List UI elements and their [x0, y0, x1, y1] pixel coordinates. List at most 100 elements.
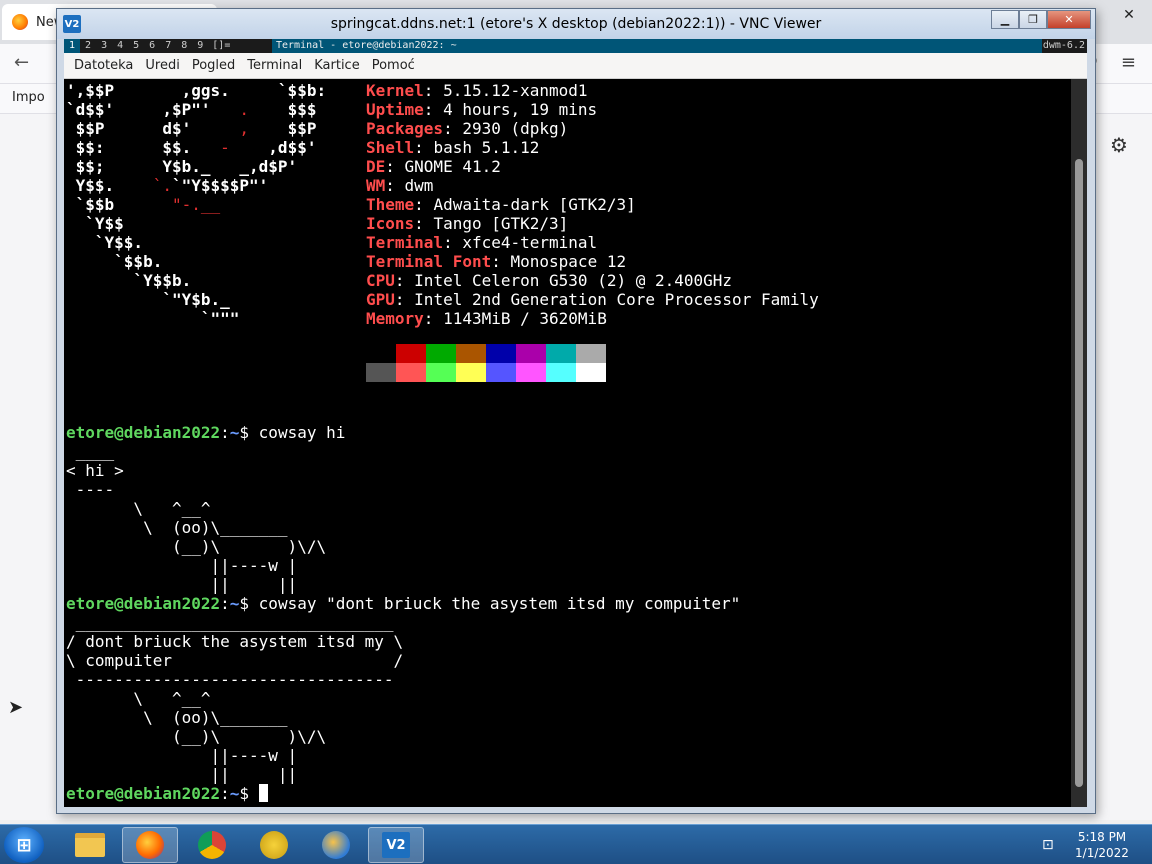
info-sep: : — [443, 119, 463, 138]
info-sep: : — [443, 233, 463, 252]
scrollbar-thumb[interactable] — [1075, 159, 1083, 787]
dwm-tag-6[interactable]: 6 — [144, 39, 160, 53]
dwm-tag-2[interactable]: 2 — [80, 39, 96, 53]
gear-icon[interactable]: ⚙ — [1110, 133, 1128, 157]
vnc-titlebar[interactable]: V2 springcat.ddns.net:1 (etore's X deskt… — [57, 9, 1095, 39]
info-key: Uptime — [366, 100, 424, 119]
prompt-sep: : — [220, 594, 230, 613]
menu-item-terminal[interactable]: Terminal — [241, 58, 308, 73]
cowsay-line: _________________________________ — [66, 613, 394, 632]
cowsay-line: ____ — [66, 442, 115, 461]
dwm-tag-9[interactable]: 9 — [192, 39, 208, 53]
cowsay-line: || || — [66, 765, 298, 784]
info-value: 1143MiB / 3620MiB — [443, 309, 607, 328]
terminal-line: --------------------------------- — [66, 670, 394, 689]
palette-swatch — [366, 344, 396, 363]
palette-swatch — [396, 344, 426, 363]
terminal-line: Kernel: 5.15.12-xanmod1 — [366, 81, 588, 100]
terminal-line: Theme: Adwaita-dark [GTK2/3] — [366, 195, 636, 214]
logo-art: `"Y$b._ — [66, 290, 230, 309]
terminal-line: etore@debian2022:~$ cowsay "dont briuck … — [66, 594, 740, 613]
terminal-line: \ (oo)\_______ — [66, 708, 288, 727]
taskbar-explorer[interactable] — [62, 827, 118, 863]
cowsay-line: (__)\ )\/\ — [66, 537, 327, 556]
terminal-scrollbar[interactable] — [1071, 79, 1087, 807]
restore-button[interactable]: ❐ — [1019, 10, 1047, 29]
remote-desktop[interactable]: 1 2 3 4 5 6 7 8 9 []= Terminal - etore@debian2022… — [64, 39, 1087, 807]
menu-item-uredi[interactable]: Uredi — [139, 58, 185, 73]
info-value: xfce4-terminal — [462, 233, 598, 252]
terminal-line: `$$b. — [66, 252, 162, 271]
taskbar-vnc[interactable]: V2 — [368, 827, 424, 863]
hamburger-menu-icon[interactable]: ≡ — [1121, 52, 1136, 73]
palette-swatch — [546, 363, 576, 382]
terminal-output[interactable]: ',$$P ,ggs. `$$b: `d$$' ,$P"' . $$$ $$P d… — [66, 81, 1069, 807]
menu-item-datoteka[interactable]: Datoteka — [68, 58, 139, 73]
palette-swatch — [366, 363, 396, 382]
dwm-tag-1[interactable]: 1 — [64, 39, 81, 53]
system-clock[interactable]: 5:18 PM 1/1/2022 — [1066, 829, 1138, 861]
terminal-line: (__)\ )\/\ — [66, 727, 326, 746]
menu-item-pogled[interactable]: Pogled — [186, 58, 241, 73]
terminal-line: Terminal Font: Monospace 12 — [366, 252, 626, 271]
taskbar-app-media[interactable] — [308, 827, 364, 863]
prompt-path: ~ — [229, 423, 240, 442]
logo-art: ,d$$' — [229, 138, 317, 157]
palette-swatch — [546, 344, 576, 363]
vnc-icon: V2 — [382, 832, 410, 858]
terminal-line: `""" — [66, 309, 240, 328]
dwm-window-title: Terminal - etore@debian2022: ~ — [272, 39, 1042, 53]
taskbar: ⊞ V2 ⊡ 5:18 PM 1/1/2022 — [0, 824, 1152, 864]
terminal-line: _________________________________ — [66, 613, 394, 632]
dwm-bar: 1 2 3 4 5 6 7 8 9 []= Terminal - etore@debian2022… — [64, 39, 1087, 53]
prompt-end: $ — [239, 784, 259, 803]
info-value: 5.15.12-xanmod1 — [443, 81, 588, 100]
cowsay-line: \ (oo)\_______ — [66, 518, 288, 537]
minimize-button[interactable]: ▁ — [991, 10, 1019, 29]
info-key: DE — [366, 157, 386, 176]
info-value: Tango [GTK2/3] — [433, 214, 569, 233]
terminal-line: Packages: 2930 (dpkg) — [366, 119, 568, 138]
logo-art-accent: - — [220, 138, 230, 157]
command-text: cowsay hi — [258, 423, 346, 442]
dwm-tag-8[interactable]: 8 — [176, 39, 192, 53]
terminal-line: $$: $$. - ,d$$' — [66, 138, 317, 157]
menu-item-kartice[interactable]: Kartice — [308, 58, 365, 73]
dwm-tag-4[interactable]: 4 — [112, 39, 128, 53]
terminal-cursor[interactable] — [258, 784, 268, 802]
dwm-tag-7[interactable]: 7 — [160, 39, 176, 53]
cowsay-line: (__)\ )\/\ — [66, 727, 327, 746]
dwm-tag-3[interactable]: 3 — [96, 39, 112, 53]
terminal-line: WM: dwm — [366, 176, 433, 195]
info-key: GPU — [366, 290, 395, 309]
logo-art: $$; Y$b._ _,d$P' — [66, 157, 298, 176]
dwm-layout-symbol[interactable]: []= — [208, 39, 234, 53]
menu-item-pomoć[interactable]: Pomoć — [366, 58, 421, 73]
prompt-sep: : — [220, 423, 230, 442]
close-button[interactable]: ✕ — [1047, 10, 1091, 29]
palette-swatch — [426, 344, 456, 363]
back-arrow-icon[interactable]: ← — [14, 52, 29, 73]
taskbar-chrome[interactable] — [184, 827, 240, 863]
logo-art: `Y$$. — [66, 233, 144, 252]
network-icon[interactable]: ⊡ — [1042, 837, 1054, 853]
terminal-line: / dont briuck the asystem itsd my \ — [66, 632, 403, 651]
start-button[interactable]: ⊞ — [4, 827, 44, 863]
palette-swatch — [576, 363, 606, 382]
taskbar-firefox[interactable] — [122, 827, 178, 863]
palette-swatch — [516, 363, 546, 382]
taskbar-app-emoji[interactable] — [246, 827, 302, 863]
bookmark-import[interactable]: Impo — [12, 90, 45, 105]
terminal-line: ',$$P ,ggs. `$$b: — [66, 81, 326, 100]
folder-icon — [75, 833, 105, 857]
dwm-tags: 123456789 — [64, 39, 208, 53]
cowsay-line: ||----w | — [66, 746, 298, 765]
terminal-line: Y$$. `.`"Y$$$$P"' — [66, 176, 269, 195]
dwm-tag-5[interactable]: 5 — [128, 39, 144, 53]
info-value: Intel 2nd Generation Core Processor Fami… — [414, 290, 819, 309]
palette-swatch — [426, 363, 456, 382]
close-window-icon[interactable]: ✕ — [1106, 0, 1152, 30]
cowsay-line: \ compuiter / — [66, 651, 404, 670]
firefox-icon — [12, 14, 28, 30]
terminal-menubar: Datoteka Uredi Pogled Terminal Kartice Pomoć — [64, 53, 1087, 79]
